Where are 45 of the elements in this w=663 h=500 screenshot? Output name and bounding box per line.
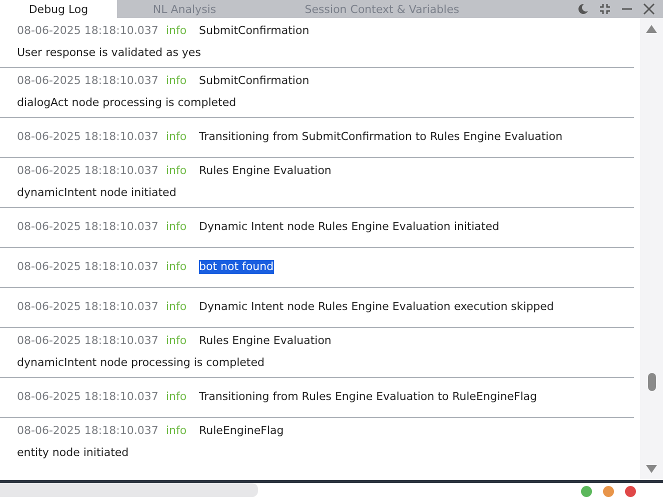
log-level: info (166, 164, 188, 178)
log-detail: dynamicIntent node processing is completed (17, 356, 266, 370)
moon-icon[interactable] (577, 3, 589, 15)
log-message: RuleEngineFlag (199, 424, 284, 438)
close-icon[interactable] (643, 3, 655, 15)
log-message: SubmitConfirmation (199, 24, 310, 38)
log-detail: User response is validated as yes (17, 46, 202, 60)
log-timestamp: 08-06-2025 18:18:10.037 (17, 260, 160, 274)
log-level: info (166, 424, 188, 438)
log-message: bot not found (199, 260, 274, 274)
tab[interactable]: NL Analysis (117, 0, 252, 18)
log-level: info (166, 334, 188, 348)
log-detail: dynamicIntent node initiated (17, 186, 178, 200)
log-timestamp: 08-06-2025 18:18:10.037 (17, 300, 160, 314)
log-level: info (166, 300, 188, 314)
scroll-up-icon[interactable] (646, 25, 657, 33)
tab[interactable]: Session Context & Variables (252, 0, 512, 18)
log-timestamp: 08-06-2025 18:18:10.037 (17, 74, 160, 88)
log-message: Transitioning from Rules Engine Evaluation to RuleEngineFlag (199, 390, 537, 404)
collapse-icon[interactable] (599, 3, 611, 15)
log-detail: dialogAct node processing is completed (17, 96, 238, 110)
log-level: info (166, 390, 188, 404)
log-message: Dynamic Intent node Rules Engine Evaluation initiated (199, 220, 500, 234)
log-timestamp: 08-06-2025 18:18:10.037 (17, 390, 160, 404)
log-level: info (166, 220, 188, 234)
scrollbar[interactable] (640, 18, 663, 480)
tab[interactable]: Debug Log (0, 0, 117, 18)
log-message: Rules Engine Evaluation (199, 164, 332, 178)
log-level: info (166, 130, 188, 144)
log-message: SubmitConfirmation (199, 74, 310, 88)
log-timestamp: 08-06-2025 18:18:10.037 (17, 24, 160, 38)
log-message: Transitioning from SubmitConfirmation to Rules Engine Evaluation (199, 130, 562, 144)
log-timestamp: 08-06-2025 18:18:10.037 (17, 164, 160, 178)
log-message: Dynamic Intent node Rules Engine Evaluation execution skipped (199, 300, 554, 314)
log-timestamp: 08-06-2025 18:18:10.037 (17, 130, 160, 144)
log-timestamp: 08-06-2025 18:18:10.037 (17, 220, 160, 234)
log-timestamp: 08-06-2025 18:18:10.037 (17, 424, 160, 438)
scroll-down-icon[interactable] (646, 465, 657, 473)
log-level: info (166, 24, 188, 38)
log-timestamp: 08-06-2025 18:18:10.037 (17, 334, 160, 348)
log-detail: entity node initiated (17, 446, 130, 460)
log-message: Rules Engine Evaluation (199, 334, 332, 348)
log-level: info (166, 74, 188, 88)
log-level: info (166, 260, 188, 274)
scrollbar-thumb[interactable] (648, 373, 656, 391)
